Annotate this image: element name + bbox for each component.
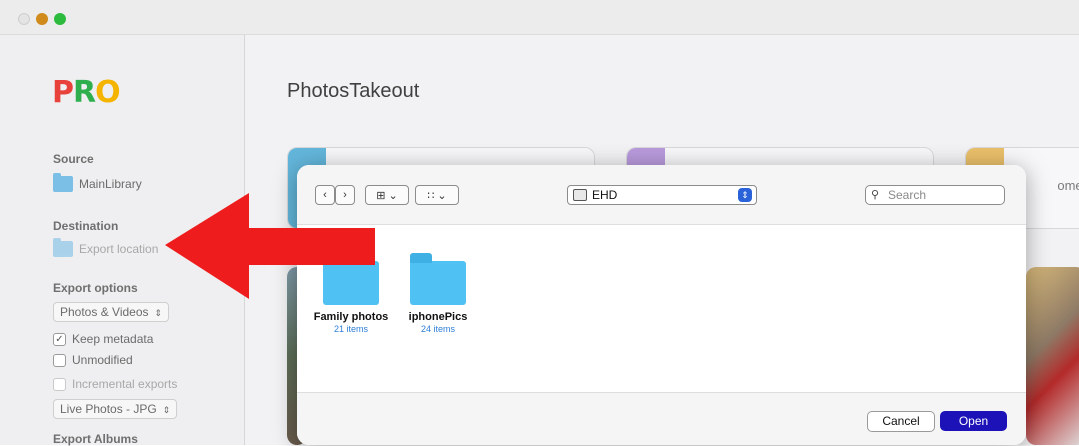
cancel-button[interactable]: Cancel xyxy=(867,411,935,432)
live-photos-popup[interactable]: Live Photos - JPG ⇕ xyxy=(53,399,178,419)
incremental-exports-label: Incremental exports xyxy=(72,377,178,391)
checkbox-empty-icon xyxy=(53,353,66,367)
source-library-label: MainLibrary xyxy=(79,177,142,191)
group-grid-icon: ∷ xyxy=(427,189,435,202)
location-popup[interactable]: EHD ⇕ xyxy=(567,185,757,205)
title-bar xyxy=(0,0,1079,35)
search-icon: ⚲ xyxy=(871,189,880,201)
unmodified-label: Unmodified xyxy=(72,353,133,367)
grid-view-icon: ⊞ xyxy=(376,189,386,202)
close-window-button[interactable] xyxy=(18,13,30,25)
pro-logo: PRO xyxy=(52,75,121,110)
folder-item-count: 24 items xyxy=(420,324,455,334)
media-type-popup[interactable]: Photos & Videos ⇕ xyxy=(53,302,170,322)
checkmark-icon: ✓ xyxy=(53,332,66,346)
source-heading: Source xyxy=(53,152,94,166)
page-title: PhotosTakeout xyxy=(287,80,420,102)
dialog-toolbar: ‹ › ⊞ ⌄ ∷ ⌄ EHD ⇕ ⚲ Search xyxy=(297,165,1026,225)
location-value: EHD xyxy=(592,188,618,202)
folder-icon xyxy=(53,238,73,257)
minimize-window-button[interactable] xyxy=(36,13,48,25)
logo-letter-o: O xyxy=(95,75,120,110)
up-down-chevron-icon: ⇕ xyxy=(162,405,171,415)
disk-icon xyxy=(573,189,587,201)
live-photos-value: Live Photos - JPG xyxy=(60,402,157,416)
keep-metadata-label: Keep metadata xyxy=(72,332,154,346)
app-window: PRO Source MainLibrary Destination Expor… xyxy=(0,0,1079,446)
option-card-3-label: oments xyxy=(1057,178,1079,193)
chevron-down-icon: ⌄ xyxy=(388,189,398,202)
search-input[interactable]: ⚲ Search xyxy=(865,185,1005,205)
red-arrow-annotation xyxy=(165,193,375,299)
search-placeholder: Search xyxy=(888,188,927,202)
open-file-dialog: ‹ › ⊞ ⌄ ∷ ⌄ EHD ⇕ ⚲ Search Family photos… xyxy=(297,165,1026,445)
source-library-row[interactable]: MainLibrary xyxy=(53,173,142,192)
unmodified-checkbox[interactable]: Unmodified xyxy=(53,353,133,367)
open-button[interactable]: Open xyxy=(940,411,1007,431)
export-location-label: Export location xyxy=(79,242,159,256)
folder-item-count: 21 items xyxy=(333,324,368,334)
chevron-down-icon: ⌄ xyxy=(437,189,447,202)
up-down-chevron-icon: ⇕ xyxy=(154,308,163,318)
logo-letter-p: P xyxy=(52,75,74,110)
keep-metadata-checkbox[interactable]: ✓ Keep metadata xyxy=(53,332,153,346)
up-down-stepper-icon: ⇕ xyxy=(738,188,752,202)
checkbox-empty-icon xyxy=(53,377,66,391)
incremental-exports-checkbox[interactable]: Incremental exports xyxy=(53,377,177,391)
zoom-window-button[interactable] xyxy=(54,13,66,25)
destination-heading: Destination xyxy=(53,219,119,233)
folder-item-iphonepics[interactable]: iphonePics 24 items xyxy=(398,253,478,334)
media-type-value: Photos & Videos xyxy=(60,305,149,319)
dialog-footer: Cancel Open xyxy=(297,392,1026,445)
export-location-row[interactable]: Export location xyxy=(53,238,159,257)
group-button[interactable]: ∷ ⌄ xyxy=(415,185,459,205)
folder-name: iphonePics xyxy=(408,311,468,323)
export-albums-heading: Export Albums xyxy=(53,432,138,446)
arrow-left-icon xyxy=(165,193,375,299)
folder-icon xyxy=(53,173,73,192)
photo-thumbnail xyxy=(1026,267,1079,445)
folder-name: Family photos xyxy=(313,311,389,323)
folder-icon xyxy=(410,253,466,305)
export-options-heading: Export options xyxy=(53,281,138,295)
logo-letter-r: R xyxy=(73,75,96,110)
